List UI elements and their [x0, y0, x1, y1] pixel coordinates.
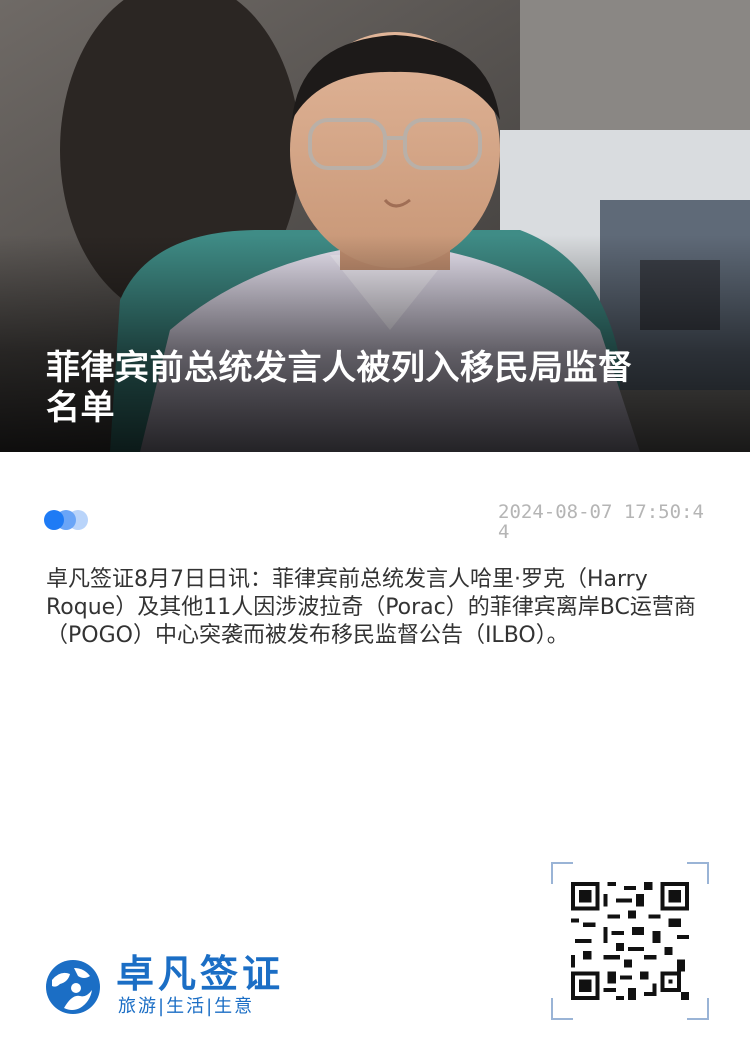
loading-dots-icon: [44, 510, 104, 532]
frame-corner: [551, 998, 573, 1020]
qr-code-icon[interactable]: [571, 882, 689, 1000]
frame-corner: [687, 862, 709, 884]
meta-row: 2024-08-07 17:50:44: [44, 502, 714, 542]
hero-banner: 菲律宾前总统发言人被列入移民局监督名单: [0, 0, 750, 452]
dot-icon: [44, 510, 64, 530]
brand-slogan: 旅游|生活|生意: [118, 996, 255, 1017]
publish-timestamp: 2024-08-07 17:50:44: [498, 501, 704, 543]
qr-code-frame[interactable]: [551, 862, 709, 1020]
frame-corner: [551, 862, 573, 884]
article-body: 卓凡签证8月7日日讯：菲律宾前总统发言人哈里·罗克（Harry Roque）及其…: [46, 567, 696, 648]
page-title: 菲律宾前总统发言人被列入移民局监督名单: [46, 348, 633, 428]
globe-person-logo-icon: [46, 960, 100, 1014]
brand-block: 卓凡签证 旅游|生活|生意: [44, 952, 344, 1022]
brand-name: 卓凡签证: [116, 952, 285, 996]
frame-corner: [687, 998, 709, 1020]
